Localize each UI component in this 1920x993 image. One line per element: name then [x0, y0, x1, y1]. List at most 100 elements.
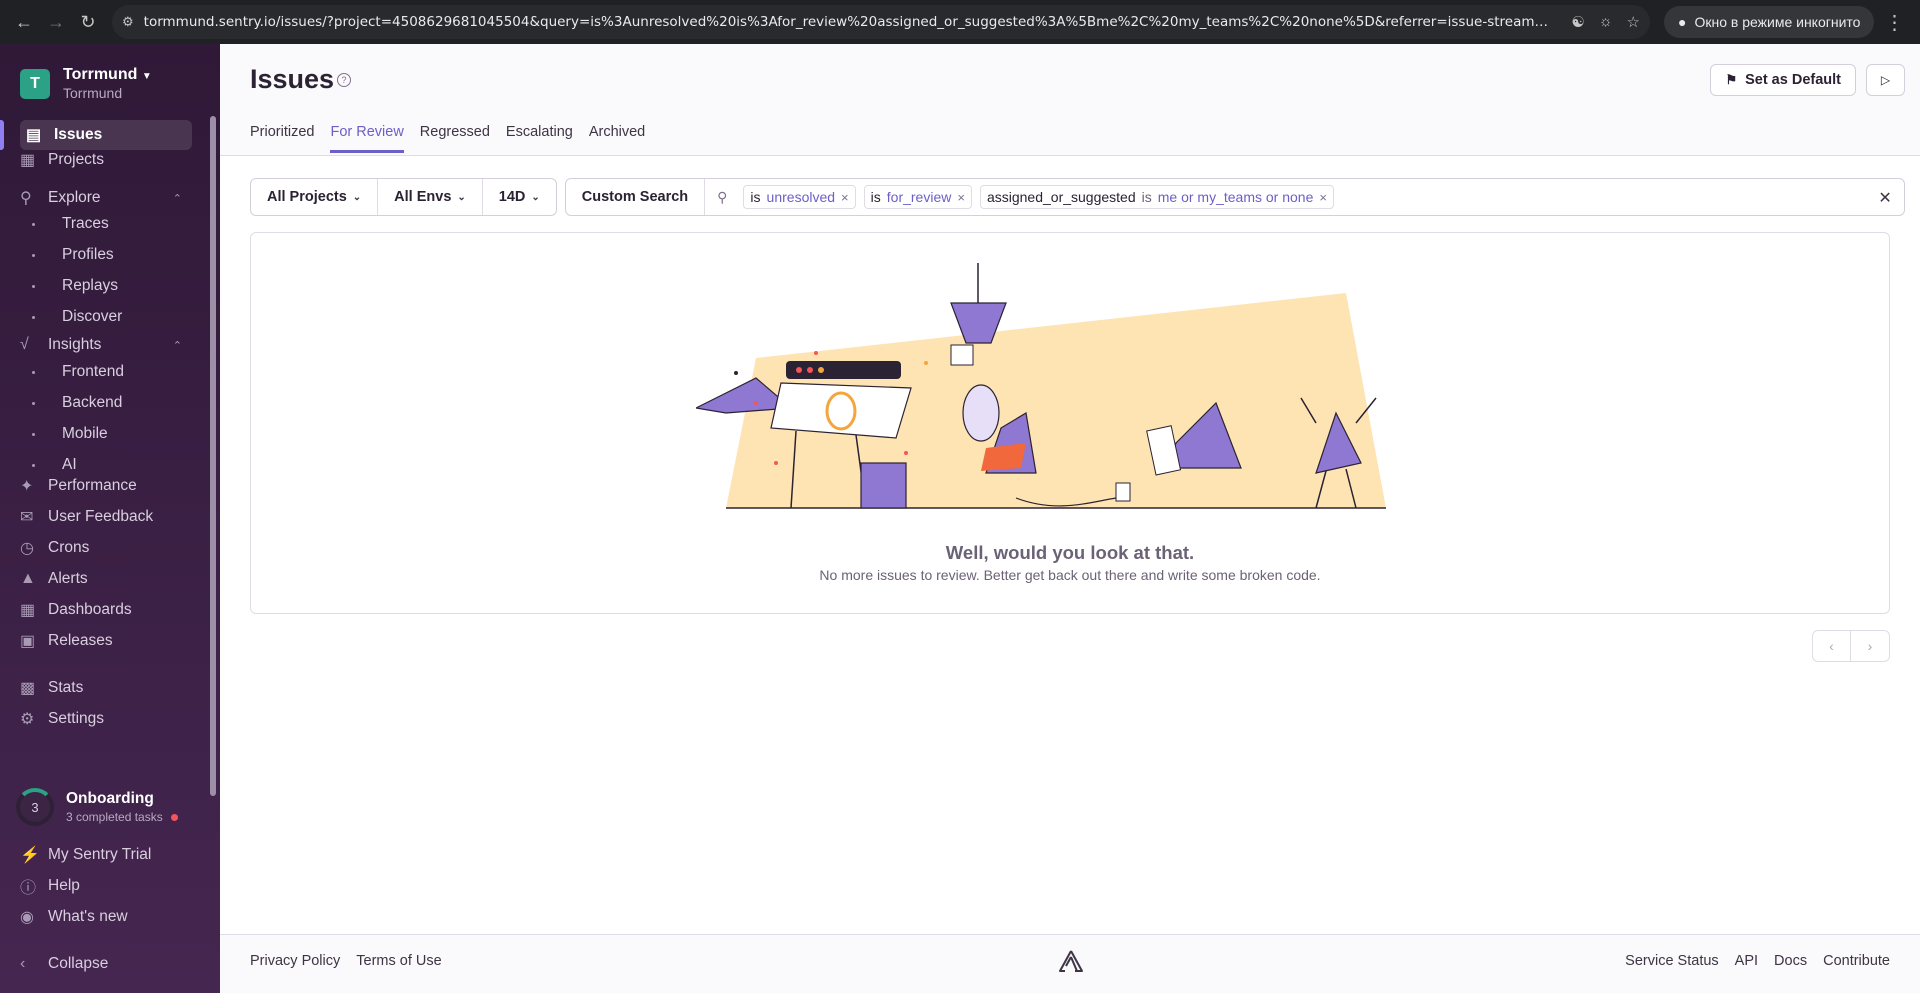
sidebar-collapse[interactable]: ‹ Collapse [20, 949, 192, 979]
sidebar-item-label: Discover [62, 308, 123, 325]
contribute-link[interactable]: Contribute [1823, 953, 1890, 969]
sidebar-item-help[interactable]: ⓘ Help [20, 871, 192, 901]
chevron-down-icon: ⌄ [531, 191, 540, 203]
set-default-button[interactable]: ⚑ Set as Default [1710, 64, 1856, 96]
search-token[interactable]: assigned_or_suggested is me or my_teams … [979, 185, 1334, 209]
browser-toolbar: ← → ↻ ⚙ tormmund.sentry.io/issues/?proje… [0, 0, 1920, 44]
dashboard-icon: ▦ [20, 602, 36, 619]
sidebar-item-label: Frontend [62, 363, 125, 380]
address-bar[interactable]: ⚙ tormmund.sentry.io/issues/?project=450… [112, 5, 1650, 39]
sidebar-item-crons[interactable]: ◷ Crons [20, 533, 192, 563]
sidebar-item-mobile[interactable]: Mobile [32, 420, 108, 448]
sidebar: T Torrmund ▼ Torrmund ▤ Issues ▦ Projects … [0, 44, 220, 993]
stats-icon: ▩ [20, 680, 36, 697]
question-icon[interactable]: ? [337, 73, 351, 87]
token-operator[interactable]: is [1142, 189, 1152, 205]
tab-regressed[interactable]: Regressed [420, 124, 490, 153]
search-token[interactable]: is for_review × [863, 185, 972, 209]
tab-archived[interactable]: Archived [589, 124, 645, 153]
next-page-button[interactable]: › [1851, 631, 1889, 661]
sidebar-item-replays[interactable]: Replays [32, 272, 118, 300]
sidebar-item-explore[interactable]: ⚲ Explore ⌃ [20, 183, 192, 213]
site-settings-icon[interactable]: ⚙ [122, 14, 134, 30]
close-icon[interactable]: × [1319, 190, 1327, 205]
sidebar-item-label: Performance [48, 477, 137, 494]
sidebar-item-label: Backend [62, 394, 123, 411]
filter-bar: All Projects ⌄ All Envs ⌄ 14D ⌄ Custom Sear… [250, 178, 1905, 216]
tracking-icon[interactable]: ☼ [1599, 13, 1613, 31]
terms-of-use-link[interactable]: Terms of Use [356, 953, 441, 969]
url-text[interactable]: tormmund.sentry.io/issues/?project=45086… [144, 14, 1558, 30]
custom-search-button[interactable]: Custom Search [566, 179, 706, 215]
sidebar-item-projects[interactable]: ▦ Projects [20, 145, 192, 175]
sidebar-item-stats[interactable]: ▩ Stats [20, 673, 192, 703]
sentry-logo-icon[interactable] [1058, 949, 1084, 973]
sidebar-item-label: Stats [48, 679, 84, 696]
tab-escalating[interactable]: Escalating [506, 124, 573, 153]
sidebar-item-alerts[interactable]: ▲ Alerts [20, 564, 192, 594]
pagination: ‹ › [1812, 630, 1890, 662]
token-value[interactable]: me or my_teams or none [1158, 189, 1314, 205]
siren-icon: ▲ [20, 570, 36, 587]
footer: Privacy Policy Terms of Use Service Stat… [220, 934, 1920, 993]
project-filter[interactable]: All Projects ⌄ [251, 179, 379, 215]
close-icon[interactable]: × [841, 190, 849, 205]
broadcast-icon: ◉ [20, 909, 34, 926]
docs-link[interactable]: Docs [1774, 953, 1807, 969]
onboarding-panel[interactable]: 3 Onboarding 3 completed tasks [16, 788, 178, 826]
page-header: Issues ? ⚑ Set as Default ▷ Prioritized … [220, 44, 1920, 156]
sidebar-item-performance[interactable]: ✦ Performance [20, 471, 192, 501]
token-key: is [750, 189, 761, 205]
sidebar-item-dashboards[interactable]: ▦ Dashboards [20, 595, 192, 625]
api-link[interactable]: API [1735, 953, 1758, 969]
env-filter[interactable]: All Envs ⌄ [378, 179, 483, 215]
page-filters: All Projects ⌄ All Envs ⌄ 14D ⌄ [250, 178, 557, 216]
search-bar: Custom Search ⚲ is unresolved × is for_r… [564, 178, 1905, 216]
date-filter[interactable]: 14D ⌄ [483, 179, 556, 215]
reload-icon[interactable]: ↻ [72, 6, 104, 38]
sidebar-item-releases[interactable]: ▣ Releases [20, 626, 192, 656]
sidebar-item-insights[interactable]: √ Insights ⌃ [20, 330, 192, 360]
service-status-link[interactable]: Service Status [1625, 953, 1719, 969]
play-button[interactable]: ▷ [1866, 64, 1905, 96]
sidebar-item-discover[interactable]: Discover [32, 303, 122, 331]
sidebar-item-trial[interactable]: ⚡ My Sentry Trial [20, 840, 192, 870]
token-value[interactable]: unresolved [767, 189, 836, 205]
sidebar-item-frontend[interactable]: Frontend [32, 358, 124, 386]
sidebar-item-label: Dashboards [48, 601, 132, 618]
search-token[interactable]: is unresolved × [743, 185, 856, 209]
clock-icon: ◷ [20, 540, 34, 557]
projects-icon: ▦ [20, 152, 36, 169]
org-switcher[interactable]: T Torrmund ▼ Torrmund [20, 66, 152, 101]
token-value[interactable]: for_review [887, 189, 952, 205]
previous-page-button[interactable]: ‹ [1813, 631, 1851, 661]
chevron-up-icon: ⌃ [172, 192, 182, 205]
incognito-icon: ● [1678, 14, 1687, 30]
sidebar-item-whats-new[interactable]: ◉ What's new [20, 902, 192, 932]
search-input[interactable]: ⚲ is unresolved × is for_review × assign… [705, 179, 1904, 215]
sidebar-item-settings[interactable]: ⚙ Settings [20, 704, 192, 734]
forward-icon[interactable]: → [40, 6, 72, 38]
sidebar-item-traces[interactable]: Traces [32, 210, 109, 238]
clear-search-icon[interactable]: ✕ [1878, 188, 1891, 208]
tab-for-review[interactable]: For Review [330, 124, 404, 153]
close-icon[interactable]: × [957, 190, 965, 205]
browser-menu-icon[interactable]: ⋮ [1884, 10, 1904, 35]
sidebar-scrollbar[interactable] [210, 116, 216, 796]
incognito-badge[interactable]: ● Окно в режиме инкогнито [1664, 6, 1875, 38]
tab-prioritized[interactable]: Prioritized [250, 124, 314, 153]
star-icon[interactable]: ☆ [1627, 13, 1640, 31]
chevron-up-icon: ⌃ [172, 339, 182, 352]
active-indicator [0, 120, 4, 150]
org-name: Torrmund [63, 66, 138, 83]
sidebar-item-backend[interactable]: Backend [32, 389, 122, 417]
issues-icon: ▤ [26, 127, 42, 144]
sidebar-item-user-feedback[interactable]: ✉ User Feedback [20, 502, 192, 532]
back-icon[interactable]: ← [8, 6, 40, 38]
sidebar-item-label: Mobile [62, 425, 108, 442]
translate-icon[interactable]: ☯ [1571, 13, 1584, 31]
privacy-policy-link[interactable]: Privacy Policy [250, 953, 340, 969]
chevron-left-icon: ‹ [20, 955, 26, 972]
sidebar-item-profiles[interactable]: Profiles [32, 241, 114, 269]
insights-icon: √ [20, 336, 29, 353]
